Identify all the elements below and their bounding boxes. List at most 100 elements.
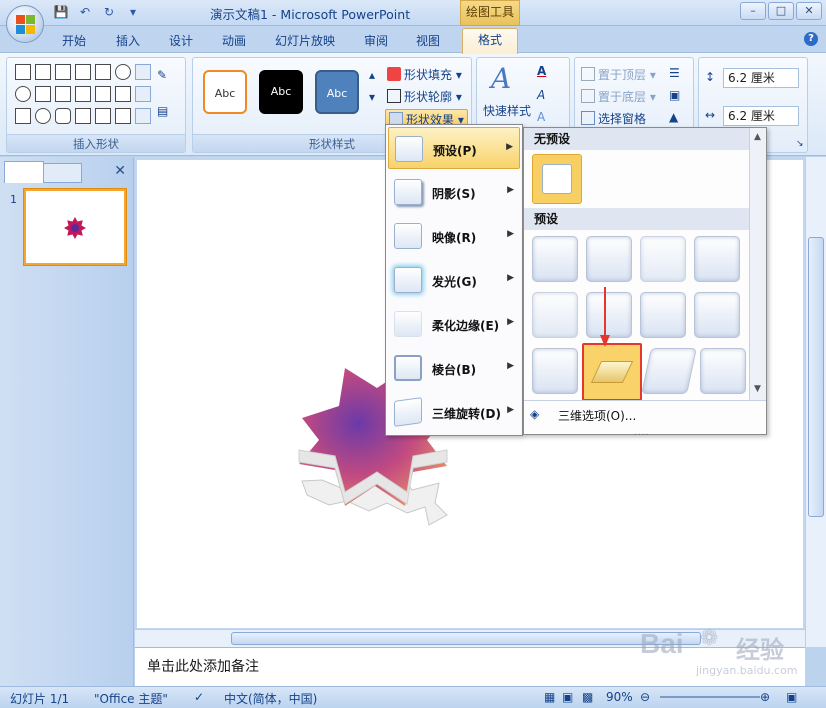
send-to-back-button[interactable]: 置于底层 ▾ bbox=[581, 88, 656, 105]
group-icon[interactable]: ▣ bbox=[669, 88, 680, 102]
preset-tile-2[interactable] bbox=[586, 236, 632, 282]
slide-thumbnail[interactable] bbox=[24, 189, 126, 265]
rotate-icon[interactable]: ▲ bbox=[669, 110, 678, 124]
preset-tile-12[interactable] bbox=[700, 348, 746, 394]
menu-item-soft-edges[interactable]: 柔化边缘(E) ▶ bbox=[388, 303, 520, 345]
maximize-button[interactable]: □ bbox=[768, 2, 794, 20]
zoom-in-icon[interactable]: ⊕ bbox=[760, 690, 770, 704]
scroll-up-icon[interactable]: ▲ bbox=[754, 132, 761, 142]
office-button[interactable] bbox=[6, 5, 44, 43]
slides-tab[interactable] bbox=[4, 161, 44, 183]
slideshow-view-icon[interactable]: ▩ bbox=[582, 690, 593, 704]
tab-insert[interactable]: 插入 bbox=[116, 32, 140, 49]
quick-styles-icon[interactable]: A bbox=[491, 62, 511, 95]
height-input[interactable]: 6.2 厘米 bbox=[723, 68, 799, 88]
bring-to-front-button[interactable]: 置于顶层 ▾ bbox=[581, 66, 656, 83]
gallery-scroll-icon[interactable] bbox=[135, 64, 151, 80]
close-button[interactable]: ✕ bbox=[796, 2, 822, 20]
text-box-icon[interactable]: ▤ bbox=[157, 104, 168, 118]
tab-slideshow[interactable]: 幻灯片放映 bbox=[275, 32, 335, 49]
style-scroll-up-icon[interactable]: ▴ bbox=[369, 68, 375, 82]
shape-circle-icon[interactable] bbox=[15, 86, 31, 102]
text-fill-icon[interactable]: A bbox=[537, 64, 546, 78]
menu-item-shadow[interactable]: 阴影(S) ▶ bbox=[388, 171, 520, 213]
no-preset-tile[interactable] bbox=[532, 154, 582, 204]
redo-icon[interactable]: ↻ bbox=[100, 4, 118, 20]
preset-tile-3[interactable] bbox=[640, 236, 686, 282]
style-sample-black[interactable]: Abc bbox=[259, 70, 303, 114]
customize-qat-icon[interactable]: ▾ bbox=[124, 4, 142, 20]
preset-tile-11[interactable] bbox=[641, 348, 697, 394]
shape-oval-icon[interactable] bbox=[35, 108, 51, 124]
preset-tile-10-selected[interactable] bbox=[582, 343, 642, 401]
align-icon[interactable]: ☰ bbox=[669, 66, 680, 80]
shape-octagon-icon[interactable] bbox=[15, 64, 31, 80]
preset-scrollbar[interactable]: ▲ ▼ bbox=[749, 128, 766, 400]
menu-item-reflection[interactable]: 映像(R) ▶ bbox=[388, 215, 520, 257]
shape-outline-button[interactable]: 形状轮廓 ▾ bbox=[387, 88, 462, 105]
tab-home[interactable]: 开始 bbox=[62, 32, 86, 49]
shape-cube-icon[interactable] bbox=[35, 64, 51, 80]
scroll-down-icon[interactable]: ▼ bbox=[754, 384, 761, 394]
shape-diagonal-icon[interactable] bbox=[115, 108, 131, 124]
text-effects-icon[interactable]: A bbox=[537, 110, 545, 124]
shape-donut-icon[interactable] bbox=[115, 64, 131, 80]
shape-triangle-icon[interactable] bbox=[55, 64, 71, 80]
menu-item-glow[interactable]: 发光(G) ▶ bbox=[388, 259, 520, 301]
selection-pane-button[interactable]: 选择窗格 bbox=[581, 110, 646, 127]
zoom-out-icon[interactable]: ⊖ bbox=[640, 690, 650, 704]
shape-image-icon[interactable] bbox=[55, 86, 71, 102]
shape-line-icon[interactable] bbox=[95, 86, 111, 102]
shape-star10-icon[interactable] bbox=[75, 64, 91, 80]
save-icon[interactable]: 💾 bbox=[52, 4, 70, 20]
outline-tab[interactable] bbox=[42, 163, 82, 183]
tab-animations[interactable]: 动画 bbox=[222, 32, 246, 49]
tab-view[interactable]: 视图 bbox=[416, 32, 440, 49]
preset-tile-7[interactable] bbox=[640, 292, 686, 338]
preset-tile-5[interactable] bbox=[532, 292, 578, 338]
style-sample-orange[interactable]: Abc bbox=[203, 70, 247, 114]
vertical-scrollbar[interactable] bbox=[805, 157, 826, 647]
preset-tile-9[interactable] bbox=[532, 348, 578, 394]
quick-styles-button[interactable]: 快速样式 bbox=[483, 102, 531, 119]
sorter-view-icon[interactable]: ▣ bbox=[562, 690, 573, 704]
shape-cross-icon[interactable] bbox=[35, 86, 51, 102]
language-status[interactable]: 中文(简体，中国) bbox=[224, 690, 317, 707]
3d-options-item[interactable]: ◈ 三维选项(O)... bbox=[524, 402, 750, 428]
preset-tile-4[interactable] bbox=[694, 236, 740, 282]
edit-shape-icon[interactable]: ✎ bbox=[157, 68, 167, 82]
gallery-more-icon[interactable] bbox=[135, 86, 151, 102]
shape-rtriangle-icon[interactable] bbox=[95, 108, 111, 124]
zoom-slider[interactable] bbox=[660, 696, 760, 698]
normal-view-icon[interactable]: ▦ bbox=[544, 690, 555, 704]
shape-arrow-icon[interactable] bbox=[115, 86, 131, 102]
menu-item-3d-rotation[interactable]: 三维旋转(D) ▶ bbox=[388, 391, 520, 433]
shape-roundrect-icon[interactable] bbox=[55, 108, 71, 124]
minimize-button[interactable]: – bbox=[740, 2, 766, 20]
menu-item-bevel[interactable]: 棱台(B) ▶ bbox=[388, 347, 520, 389]
help-icon[interactable]: ? bbox=[804, 32, 818, 46]
style-scroll-down-icon[interactable]: ▾ bbox=[369, 90, 375, 104]
preset-tile-1[interactable] bbox=[532, 236, 578, 282]
zoom-level[interactable]: 90% bbox=[606, 690, 633, 704]
shape-star12-icon[interactable] bbox=[95, 64, 111, 80]
width-input[interactable]: 6.2 厘米 bbox=[723, 106, 799, 126]
tab-format[interactable]: 格式 bbox=[462, 28, 518, 54]
gallery-expand-icon[interactable] bbox=[135, 108, 151, 124]
style-sample-blue[interactable]: Abc bbox=[315, 70, 359, 114]
fit-window-icon[interactable]: ▣ bbox=[786, 690, 797, 704]
undo-icon[interactable]: ↶ bbox=[76, 4, 94, 20]
shape-rect-icon[interactable] bbox=[15, 108, 31, 124]
menu-item-preset[interactable]: 预设(P) ▶ bbox=[388, 127, 520, 169]
tab-review[interactable]: 审阅 bbox=[364, 32, 388, 49]
shape-text-icon[interactable] bbox=[75, 86, 91, 102]
spellcheck-icon[interactable]: ✓ bbox=[194, 690, 204, 704]
tab-design[interactable]: 设计 bbox=[169, 32, 193, 49]
size-dialog-launcher-icon[interactable]: ↘ bbox=[796, 139, 804, 149]
close-panel-icon[interactable]: ✕ bbox=[114, 163, 126, 179]
horizontal-scroll-thumb[interactable] bbox=[231, 632, 701, 645]
text-outline-icon[interactable]: A bbox=[537, 88, 545, 102]
shape-isotriangle-icon[interactable] bbox=[75, 108, 91, 124]
vertical-scroll-thumb[interactable] bbox=[808, 237, 824, 517]
preset-tile-8[interactable] bbox=[694, 292, 740, 338]
